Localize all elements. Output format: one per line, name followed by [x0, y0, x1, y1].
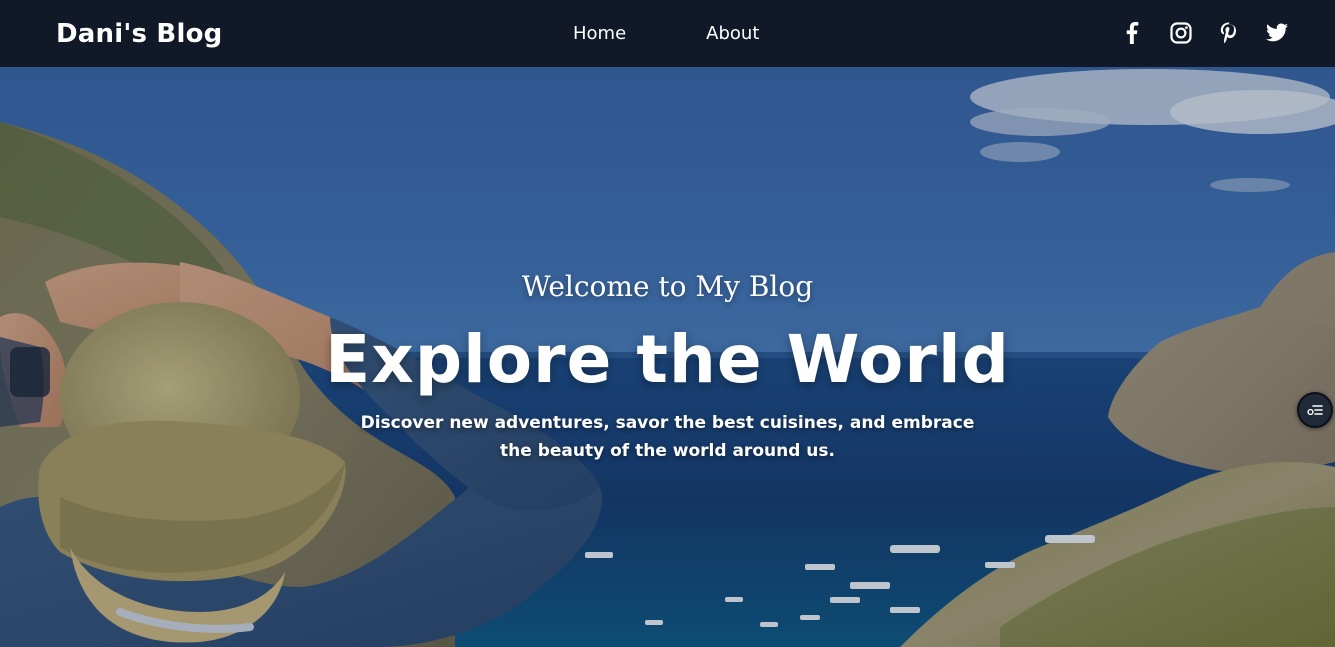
facebook-icon[interactable]	[1120, 20, 1145, 45]
twitter-glyph	[1265, 23, 1288, 41]
hero-content: Welcome to My Blog Explore the World Dis…	[0, 267, 1335, 465]
facebook-glyph	[1126, 21, 1138, 44]
hero-headline: Explore the World	[325, 321, 1010, 398]
instagram-icon[interactable]	[1168, 20, 1193, 45]
pinterest-icon[interactable]	[1216, 20, 1241, 45]
nav-home-link[interactable]: Home	[573, 22, 626, 46]
nav-about-link[interactable]: About	[706, 22, 759, 46]
toolbar-settings-glyph	[1307, 405, 1323, 416]
social-links	[1120, 20, 1289, 45]
hero-welcome-text: Welcome to My Blog	[521, 270, 814, 303]
toolbar-settings-icon[interactable]	[1297, 392, 1333, 428]
brand-logo[interactable]: Dani's Blog	[56, 17, 222, 51]
page: Dani's Blog Home About Welcome to My Blo…	[0, 0, 1335, 647]
nav-links: Home About	[573, 22, 759, 46]
pinterest-glyph	[1220, 22, 1236, 43]
twitter-icon[interactable]	[1264, 20, 1289, 45]
top-navbar: Dani's Blog Home About	[0, 0, 1335, 67]
hero-tagline: Discover new adventures, savor the best …	[360, 413, 975, 461]
instagram-glyph	[1169, 21, 1192, 44]
hero-section: Welcome to My Blog Explore the World Dis…	[0, 67, 1335, 647]
